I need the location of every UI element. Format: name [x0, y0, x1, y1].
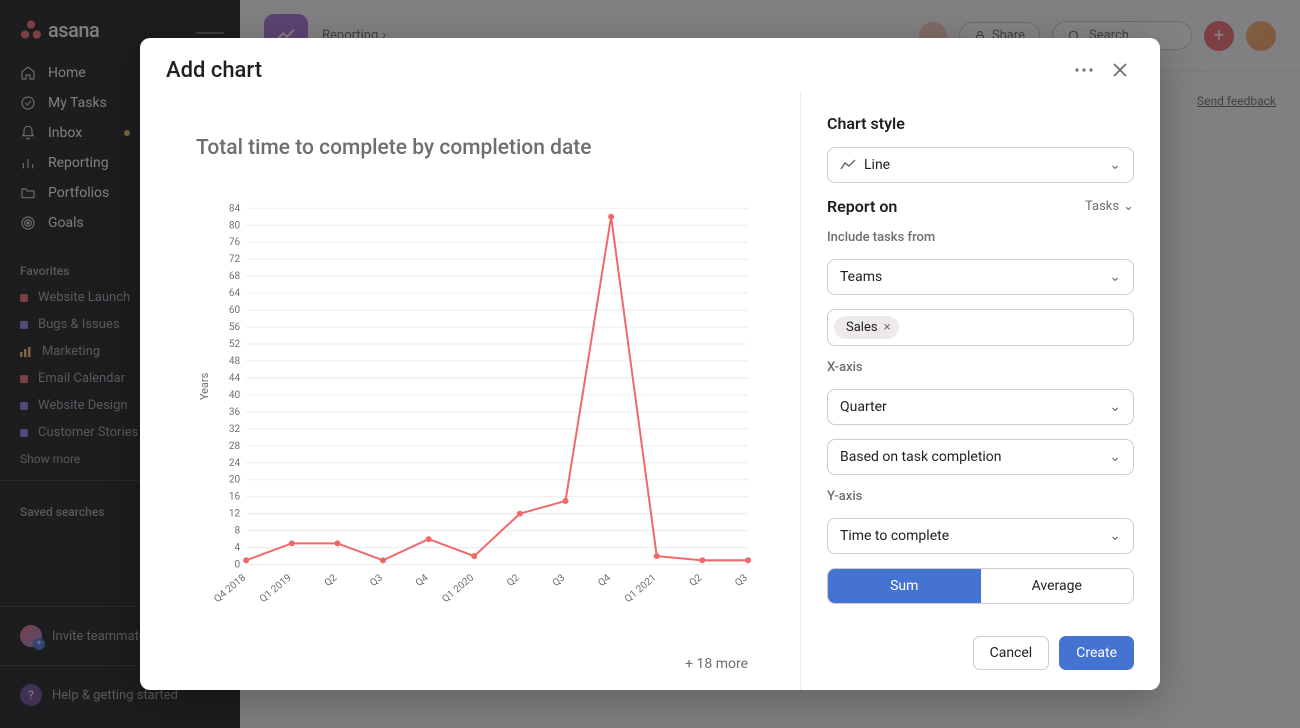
svg-text:76: 76: [229, 237, 241, 248]
svg-text:20: 20: [229, 475, 241, 486]
y-axis-label: Y-axis: [827, 489, 1134, 504]
svg-text:24: 24: [229, 458, 241, 469]
svg-text:Q1 2021: Q1 2021: [623, 572, 659, 605]
svg-text:8: 8: [235, 526, 241, 537]
svg-text:Q2: Q2: [323, 572, 340, 589]
chevron-down-icon: ⌄: [1109, 269, 1121, 285]
svg-text:64: 64: [229, 288, 241, 299]
agg-average[interactable]: Average: [981, 569, 1134, 603]
agg-sum[interactable]: Sum: [828, 569, 981, 603]
svg-text:4: 4: [235, 543, 241, 554]
svg-text:Q4 2018: Q4 2018: [212, 572, 248, 605]
chart-style-value: Line: [864, 157, 890, 173]
more-icon[interactable]: [1070, 56, 1098, 84]
report-on-heading: Report on: [827, 197, 897, 216]
create-button[interactable]: Create: [1059, 636, 1134, 670]
team-tag-input[interactable]: Sales ×: [827, 309, 1134, 346]
svg-text:Q1 2020: Q1 2020: [440, 572, 476, 605]
include-from-value: Teams: [840, 269, 882, 285]
x-axis-basis-select[interactable]: Based on task completion ⌄: [827, 439, 1134, 475]
chart-more-link[interactable]: + 18 more: [685, 656, 758, 672]
svg-text:56: 56: [229, 322, 241, 333]
chevron-down-icon: ⌄: [1109, 449, 1121, 465]
svg-text:Q2: Q2: [505, 572, 522, 589]
x-axis-basis-value: Based on task completion: [840, 449, 1002, 465]
line-chart-icon: [840, 159, 856, 171]
chart-preview: Total time to complete by completion dat…: [140, 92, 800, 690]
svg-text:48: 48: [229, 356, 241, 367]
modal-header: Add chart: [140, 38, 1160, 92]
svg-text:44: 44: [229, 373, 241, 384]
svg-text:Years: Years: [198, 372, 211, 400]
close-icon[interactable]: [1106, 56, 1134, 84]
chevron-down-icon: ⌄: [1109, 157, 1121, 173]
svg-text:Q4: Q4: [414, 572, 431, 589]
svg-text:16: 16: [229, 492, 241, 503]
svg-text:80: 80: [229, 220, 241, 231]
svg-text:Q3: Q3: [368, 572, 385, 588]
chevron-down-icon: ⌄: [1109, 528, 1121, 544]
chart-title: Total time to complete by completion dat…: [196, 136, 758, 160]
x-axis-select[interactable]: Quarter ⌄: [827, 389, 1134, 425]
svg-text:36: 36: [229, 407, 241, 418]
remove-tag-icon[interactable]: ×: [884, 320, 891, 335]
svg-text:Q1 2019: Q1 2019: [258, 572, 294, 605]
add-chart-modal: Add chart Total time to complete by comp…: [140, 38, 1160, 690]
cancel-button[interactable]: Cancel: [973, 636, 1050, 670]
svg-text:72: 72: [229, 254, 241, 265]
svg-text:40: 40: [229, 390, 241, 401]
y-axis-value: Time to complete: [840, 528, 949, 544]
svg-text:60: 60: [229, 305, 241, 316]
chevron-down-icon: ⌄: [1123, 199, 1134, 214]
y-axis-select[interactable]: Time to complete ⌄: [827, 518, 1134, 554]
svg-text:32: 32: [229, 424, 241, 435]
svg-text:Q3: Q3: [733, 572, 750, 588]
include-from-label: Include tasks from: [827, 230, 1134, 245]
config-panel: Chart style Line ⌄ Report on Tasks ⌄ Inc…: [800, 92, 1160, 690]
svg-text:Q4: Q4: [596, 572, 613, 589]
tag-sales: Sales ×: [834, 316, 899, 339]
svg-text:Q2: Q2: [688, 572, 705, 589]
include-from-select[interactable]: Teams ⌄: [827, 259, 1134, 295]
svg-text:52: 52: [229, 339, 241, 350]
modal-title: Add chart: [166, 58, 262, 83]
chevron-down-icon: ⌄: [1109, 399, 1121, 415]
aggregation-toggle: SumAverage: [827, 568, 1134, 604]
svg-text:12: 12: [229, 509, 241, 520]
svg-text:0: 0: [235, 560, 241, 571]
x-axis-value: Quarter: [840, 399, 887, 415]
svg-text:84: 84: [229, 203, 241, 214]
tag-label: Sales: [846, 320, 878, 335]
report-type-select[interactable]: Tasks ⌄: [1085, 199, 1134, 214]
chart-canvas: 0481216202428323640444852566064687276808…: [196, 170, 758, 648]
report-type-value: Tasks: [1085, 199, 1119, 214]
chart-style-select[interactable]: Line ⌄: [827, 147, 1134, 183]
svg-text:68: 68: [229, 271, 241, 282]
svg-text:Q3: Q3: [551, 572, 568, 588]
chart-style-heading: Chart style: [827, 114, 1134, 133]
svg-text:28: 28: [229, 441, 241, 452]
x-axis-label: X-axis: [827, 360, 1134, 375]
